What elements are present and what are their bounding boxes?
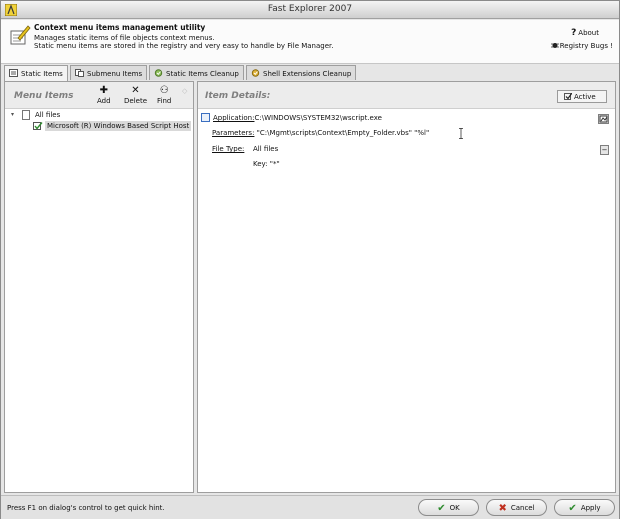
menu-items-header: Menu Items ✚ Add ✕ Delete ⚇ Find ◇: [5, 82, 193, 109]
title-bar[interactable]: Fast Explorer 2007: [1, 1, 619, 19]
tab-submenu-items-label: Submenu Items: [87, 70, 143, 78]
delete-button[interactable]: ✕ Delete: [124, 85, 147, 106]
apply-button[interactable]: ✔ Apply: [554, 499, 615, 516]
static-items-icon: [9, 69, 18, 77]
text-cursor-icon: [459, 128, 463, 139]
checkmark-icon: [565, 93, 572, 100]
key-value: "*": [269, 160, 280, 168]
about-label: About: [578, 29, 599, 37]
item-details-header: Item Details: Active: [198, 82, 615, 109]
status-hint: Press F1 on dialog's control to get quic…: [7, 504, 165, 512]
parameters-row: Parameters: "C:\Mgmt\scripts\Context\Emp…: [212, 129, 429, 137]
header-title: Context menu items management utility: [34, 23, 206, 32]
tree-node-script-host[interactable]: Microsoft (R) Windows Based Script Host: [9, 121, 193, 131]
file-type-label: File Type:: [212, 145, 245, 153]
checkmark-icon: ✔: [437, 503, 446, 514]
menu-items-tree: ▾ All files Microsoft (R) Windows Based …: [9, 110, 193, 131]
tab-shell-extensions-cleanup[interactable]: Shell Extensions Cleanup: [246, 65, 357, 80]
header-description-2: Static menu items are stored in the regi…: [34, 42, 334, 50]
cleanup-icon: [154, 69, 163, 77]
submenu-items-icon: [75, 69, 84, 77]
file-type-dropdown-button[interactable]: −: [600, 145, 609, 155]
tree-node-all-files[interactable]: ▾ All files: [9, 110, 193, 120]
binoculars-icon: ⚇: [159, 85, 169, 96]
active-checkbox: [564, 93, 572, 100]
add-label: Add: [97, 97, 111, 105]
about-link[interactable]: ? About: [571, 28, 599, 38]
file-type-row: File Type:: [212, 145, 244, 153]
next-button[interactable]: ◇: [182, 86, 187, 97]
active-toggle[interactable]: Active: [557, 90, 607, 103]
registry-bugs-link[interactable]: Registry Bugs !: [550, 41, 613, 50]
registry-bugs-label: Registry Bugs !: [559, 42, 613, 50]
cancel-button[interactable]: ✖ Cancel: [486, 499, 547, 516]
help-icon: ?: [571, 28, 577, 38]
browse-application-button[interactable]: [598, 114, 609, 124]
header-banner: Context menu items management utility Ma…: [1, 20, 619, 64]
shell-extensions-icon: [251, 69, 260, 77]
browse-icon: [599, 115, 608, 123]
ok-button[interactable]: ✔ OK: [418, 499, 479, 516]
parameters-label: Parameters:: [212, 129, 255, 137]
bug-icon: [550, 43, 559, 48]
tab-static-items-cleanup-label: Static Items Cleanup: [166, 70, 239, 78]
main-window: Fast Explorer 2007 Context menu items ma…: [0, 0, 620, 519]
tab-bar: Static Items Submenu Items Static Items …: [4, 65, 616, 81]
file-icon: [22, 110, 30, 120]
cancel-label: Cancel: [510, 504, 535, 512]
key-row: Key: "*": [253, 160, 280, 168]
header-description-1: Manages static items of file objects con…: [34, 34, 215, 42]
parameters-value[interactable]: "C:\Mgmt\scripts\Context\Empty_Folder.vb…: [257, 129, 430, 137]
find-label: Find: [157, 97, 172, 105]
application-row: Application:C:\WINDOWS\SYSTEM32\wscript.…: [213, 114, 382, 122]
application-value[interactable]: C:\WINDOWS\SYSTEM32\wscript.exe: [254, 114, 382, 122]
item-details-panel: Item Details: Active Application:C:\WIND…: [197, 81, 616, 493]
window-title: Fast Explorer 2007: [267, 4, 353, 14]
application-checkbox[interactable]: [201, 113, 210, 122]
active-label: Active: [574, 93, 596, 101]
find-button[interactable]: ⚇ Find: [157, 85, 172, 106]
checkmark-icon: [33, 122, 43, 130]
expand-icon[interactable]: ▾: [11, 111, 14, 118]
tree-node-label-selected: Microsoft (R) Windows Based Script Host: [45, 121, 192, 131]
menu-items-panel: Menu Items ✚ Add ✕ Delete ⚇ Find ◇ ▾ All fi…: [4, 81, 194, 493]
minus-icon: −: [601, 146, 608, 154]
ok-label: OK: [449, 504, 460, 512]
add-icon: ✚: [99, 85, 108, 96]
checkmark-icon: ✔: [568, 503, 577, 514]
apply-label: Apply: [580, 504, 601, 512]
utility-icon: [10, 25, 31, 45]
application-label: Application:: [213, 114, 255, 122]
delete-label: Delete: [124, 97, 147, 105]
key-label: Key:: [253, 160, 268, 168]
delete-icon: ✕: [131, 85, 140, 96]
add-button[interactable]: ✚ Add: [97, 85, 111, 106]
item-details-title: Item Details:: [205, 91, 271, 101]
tab-static-items-label: Static Items: [21, 70, 63, 78]
close-icon: ✖: [498, 503, 507, 514]
status-bar: Press F1 on dialog's control to get quic…: [1, 495, 619, 519]
chevron-up-icon: ◇: [182, 87, 188, 95]
tree-node-label: All files: [35, 111, 61, 119]
tab-shell-extensions-cleanup-label: Shell Extensions Cleanup: [263, 70, 352, 78]
tab-static-items[interactable]: Static Items: [4, 65, 68, 81]
menu-items-title: Menu Items: [14, 91, 74, 101]
tab-static-items-cleanup[interactable]: Static Items Cleanup: [149, 65, 244, 80]
file-type-value[interactable]: All files: [253, 145, 278, 153]
tab-submenu-items[interactable]: Submenu Items: [70, 65, 148, 80]
